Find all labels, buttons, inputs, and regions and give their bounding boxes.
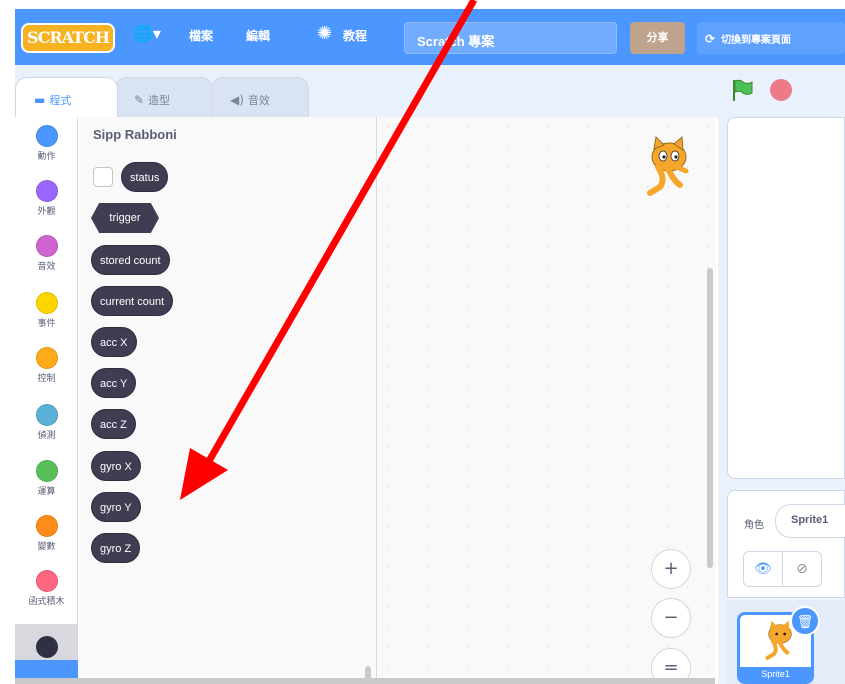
see-project-page-label: 切換到專案頁面 (721, 35, 792, 46)
scratch-logo[interactable]: SCRATCH (21, 23, 115, 53)
block-status[interactable]: status (121, 162, 169, 192)
category-dot (35, 347, 58, 369)
category-dot (35, 180, 58, 202)
project-page-icon: ⟳ (705, 32, 716, 46)
file-menu[interactable]: 檔案 (189, 27, 213, 44)
category-sound[interactable]: 音效 (15, 235, 78, 272)
category-my-blocks[interactable]: 函式積木 (15, 570, 78, 607)
code-icon: ▬ (34, 93, 46, 107)
category-dot (35, 460, 58, 482)
category-dot (35, 515, 58, 537)
block-acc-z[interactable]: acc Z (91, 409, 136, 439)
menu-bar: SCRATCH 🌐▾ 檔案 編輯 ✺ 教程 Scratch 專案 分享 ⟳ 切換到… (15, 9, 845, 65)
block-gyro-y[interactable]: gyro Y (91, 492, 141, 522)
category-dot (35, 292, 58, 314)
category-label: 運算 (37, 487, 56, 497)
category-dot (35, 235, 58, 257)
green-flag-icon[interactable] (730, 78, 754, 102)
extension-title: Sipp Rabboni (93, 127, 177, 142)
workspace-vertical-scrollbar[interactable] (707, 268, 713, 568)
tab-sounds[interactable]: ◀) 音效 (211, 77, 309, 117)
category-label: 動作 (37, 152, 56, 162)
tab-costumes-label: 造型 (148, 94, 171, 107)
sprite-cat-icon (647, 135, 689, 196)
category-operators[interactable]: 運算 (15, 460, 78, 497)
extension-dot (35, 636, 58, 658)
language-globe-icon[interactable]: 🌐▾ (133, 24, 161, 43)
delete-sprite-trash-icon[interactable]: 🗑 (790, 606, 820, 636)
block-current-count[interactable]: current count (91, 286, 174, 316)
sprite-thumb-label: Sprite1 (740, 667, 811, 681)
tutorials-bulb-icon[interactable]: ✺ (317, 23, 332, 44)
speaker-icon: ◀) (230, 93, 244, 107)
block-stored-count[interactable]: stored count (91, 245, 170, 275)
horizontal-scrollbar[interactable] (15, 678, 715, 684)
category-variables[interactable]: 變數 (15, 515, 78, 552)
category-label: 控制 (37, 374, 56, 384)
block-gyro-x[interactable]: gyro X (91, 451, 141, 481)
block-gyro-z[interactable]: gyro Z (91, 533, 141, 563)
stop-icon[interactable] (770, 79, 792, 101)
scratch-editor: SCRATCH 🌐▾ 檔案 編輯 ✺ 教程 Scratch 專案 分享 ⟳ 切換到… (0, 0, 845, 684)
category-dot (35, 404, 58, 426)
tab-code[interactable]: ▬ 程式 (15, 77, 118, 117)
category-dot (35, 125, 58, 147)
see-project-page-button[interactable]: ⟳ 切換到專案頁面 (697, 22, 845, 54)
share-button[interactable]: 分享 (630, 22, 685, 54)
edit-menu[interactable]: 編輯 (246, 27, 270, 44)
status-monitor-checkbox[interactable] (93, 167, 113, 187)
block-trigger[interactable]: trigger (91, 203, 159, 233)
brush-icon: ✎ (134, 93, 145, 107)
category-label: 偵測 (37, 431, 56, 441)
tab-code-label: 程式 (49, 94, 72, 107)
category-label: 外觀 (37, 207, 56, 217)
show-sprite-eye-icon[interactable]: 👁 (743, 551, 783, 587)
zoom-out-button[interactable]: − (651, 598, 691, 638)
tab-sounds-label: 音效 (247, 94, 270, 107)
project-title-input[interactable]: Scratch 專案 (404, 22, 617, 54)
category-label: 變數 (37, 542, 56, 552)
sprite-name-label: 角色 (744, 520, 764, 531)
category-motion[interactable]: 動作 (15, 125, 78, 162)
category-label: 音效 (37, 262, 56, 272)
block-palette: Sipp Rabboni status trigger stored count… (79, 117, 377, 684)
zoom-in-button[interactable]: + (651, 549, 691, 589)
hide-sprite-icon[interactable]: ⊘ (782, 551, 822, 587)
category-control[interactable]: 控制 (15, 347, 78, 384)
category-events[interactable]: 事件 (15, 292, 78, 329)
category-label: 事件 (37, 319, 56, 329)
tutorials-menu[interactable]: 教程 (343, 27, 367, 44)
category-label: 函式積木 (28, 597, 65, 607)
tab-costumes[interactable]: ✎ 造型 (115, 77, 213, 117)
category-menu: 動作 外觀 音效 事件 控制 偵測 運算 變數 函式積木 (15, 117, 78, 684)
sprite-name-input[interactable]: Sprite1 (775, 504, 845, 538)
stage-canvas[interactable] (727, 117, 845, 479)
category-sensing[interactable]: 偵測 (15, 404, 78, 441)
category-dot (35, 570, 58, 592)
block-acc-y[interactable]: acc Y (91, 368, 137, 398)
block-acc-x[interactable]: acc X (91, 327, 137, 357)
category-looks[interactable]: 外觀 (15, 180, 78, 217)
